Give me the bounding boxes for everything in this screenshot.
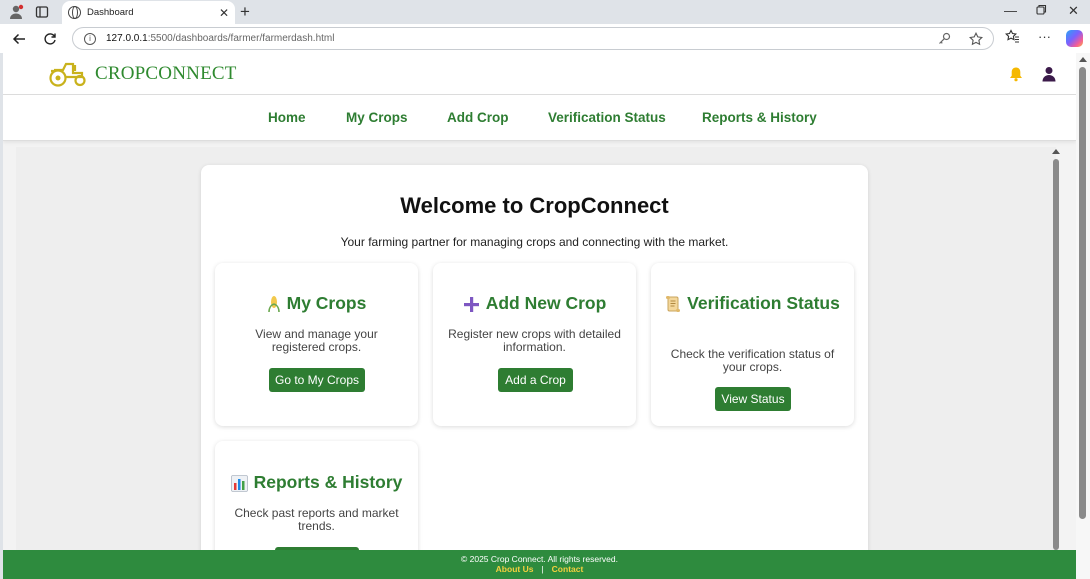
tractor-logo-icon — [49, 62, 86, 87]
verification-status-card-title: Verification Status — [651, 293, 854, 313]
minimize-icon[interactable]: — — [1004, 3, 1017, 18]
site-header: CROPCONNECT — [3, 53, 1076, 95]
more-menu-icon[interactable]: ··· — [1038, 29, 1051, 44]
main-nav: Home My Crops Add Crop Verification Stat… — [3, 95, 1076, 141]
welcome-subtitle: Your farming partner for managing crops … — [340, 235, 729, 249]
close-window-icon[interactable]: ✕ — [1068, 3, 1079, 19]
tab-title: Dashboard — [87, 7, 134, 18]
site-info-icon[interactable]: i — [84, 32, 96, 45]
my-crops-card: My Crops View and manage your registered… — [215, 263, 418, 426]
reports-history-card-title: Reports & History — [215, 472, 418, 492]
url-path: :5500/dashboards/farmer/farmerdash.html — [147, 33, 335, 44]
add-new-crop-card: Add New Crop Register new crops with det… — [433, 263, 636, 426]
verification-status-card: Verification Status Check the verificati… — [651, 263, 854, 426]
favorite-star-icon[interactable] — [969, 31, 983, 49]
nav-home[interactable]: Home — [268, 110, 306, 125]
verification-status-card-desc: Check the verification status of your cr… — [670, 347, 835, 374]
page-scroll-up-arrow-icon[interactable] — [1079, 57, 1087, 62]
content-scrollbar[interactable] — [1052, 149, 1060, 550]
page-scrollbar[interactable] — [1076, 53, 1090, 579]
nav-reports-history[interactable]: Reports & History — [702, 110, 817, 125]
nav-my-crops[interactable]: My Crops — [346, 110, 408, 125]
notification-bell-icon[interactable] — [1008, 66, 1024, 82]
footer-contact-link[interactable]: Contact — [552, 564, 584, 574]
tab-close-icon[interactable]: ✕ — [219, 6, 229, 20]
back-icon[interactable] — [9, 29, 29, 49]
reports-history-card-title-text: Reports & History — [253, 472, 403, 492]
browser-tab-bar: Dashboard ✕ + — ✕ — [0, 0, 1090, 24]
reports-history-card-desc: Check past reports and market trends. — [234, 506, 399, 533]
corn-icon — [267, 296, 280, 313]
add-new-crop-card-desc: Register new crops with detailed informa… — [448, 327, 621, 354]
view-status-button[interactable]: View Status — [715, 387, 791, 411]
browser-tab[interactable]: Dashboard ✕ — [62, 1, 235, 24]
page-viewport: CROPCONNECT Home My Crops Add Crop Verif… — [3, 53, 1076, 579]
go-to-my-crops-button[interactable]: Go to My Crops — [269, 368, 365, 392]
verification-status-card-title-text: Verification Status — [687, 293, 840, 313]
logo-text[interactable]: CROPCONNECT — [95, 63, 237, 85]
nav-verification-status[interactable]: Verification Status — [548, 110, 666, 125]
favorites-icon[interactable] — [1005, 29, 1020, 47]
refresh-icon[interactable] — [40, 29, 60, 49]
globe-icon — [68, 6, 81, 19]
my-crops-card-title-text: My Crops — [286, 293, 367, 313]
dashboard-card: Welcome to CropConnect Your farming part… — [201, 165, 868, 579]
add-new-crop-card-title-text: Add New Crop — [485, 293, 607, 313]
key-icon[interactable] — [938, 32, 951, 49]
nav-add-crop[interactable]: Add Crop — [447, 110, 509, 125]
bar-chart-icon — [230, 474, 248, 492]
footer-separator: | — [541, 564, 544, 574]
footer-links: About Us | Contact — [3, 564, 1076, 574]
user-profile-icon[interactable] — [1041, 66, 1057, 82]
add-a-crop-button[interactable]: Add a Crop — [498, 368, 573, 392]
profile-icon[interactable] — [7, 3, 25, 21]
url-field[interactable]: i 127.0.0.1:5500/dashboards/farmer/farme… — [72, 27, 994, 50]
add-new-crop-card-title: Add New Crop — [433, 293, 636, 313]
footer-about-link[interactable]: About Us — [496, 564, 534, 574]
copilot-icon[interactable] — [1066, 30, 1083, 47]
page-scrollbar-thumb[interactable] — [1079, 67, 1086, 519]
scroll-icon — [666, 296, 681, 313]
scroll-up-arrow-icon[interactable] — [1052, 149, 1060, 154]
new-tab-icon[interactable]: + — [240, 2, 250, 22]
plus-icon — [463, 296, 479, 312]
site-footer: © 2025 Crop Connect. All rights reserved… — [3, 550, 1076, 579]
footer-copyright: © 2025 Crop Connect. All rights reserved… — [461, 554, 618, 564]
restore-icon[interactable] — [1036, 3, 1047, 18]
tab-actions-icon[interactable] — [33, 3, 51, 21]
my-crops-card-desc: View and manage your registered crops. — [255, 327, 378, 354]
scrollbar-thumb[interactable] — [1053, 159, 1059, 550]
my-crops-card-title: My Crops — [215, 293, 418, 313]
address-bar-row: i 127.0.0.1:5500/dashboards/farmer/farme… — [0, 24, 1090, 53]
url-host: 127.0.0.1 — [106, 33, 148, 44]
welcome-heading: Welcome to CropConnect — [400, 193, 669, 218]
